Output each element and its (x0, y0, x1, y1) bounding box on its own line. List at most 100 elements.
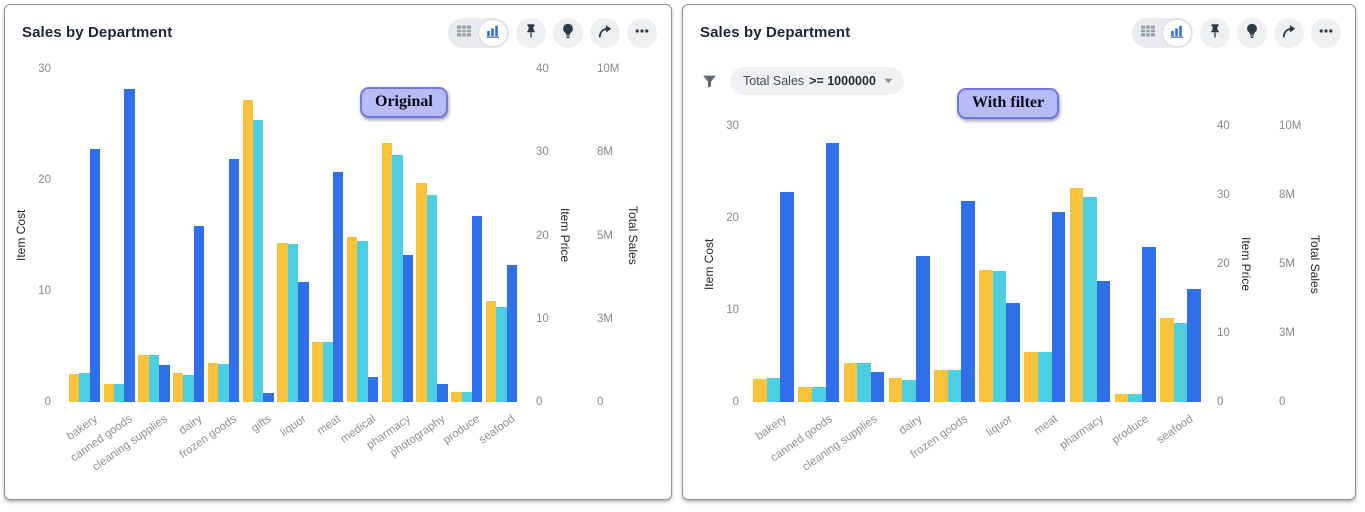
item-cost-bar (889, 378, 903, 402)
chart-view-button[interactable] (479, 20, 507, 46)
tick-label: 10 (11, 285, 51, 297)
tick-label: 8M (597, 146, 613, 158)
item-price-bar (1128, 394, 1142, 402)
share-button[interactable] (1274, 18, 1304, 48)
tick-label: 30 (11, 63, 51, 75)
filter-chip[interactable]: Total Sales>= 1000000 (730, 67, 904, 95)
panel-header: Sales by Department (5, 5, 671, 51)
item-cost-bar (1115, 394, 1129, 402)
item-price-bar (902, 380, 916, 402)
tick-label: 30 (536, 146, 549, 158)
tick-label: 30 (699, 120, 739, 132)
axis-title-item-cost: Item Cost (13, 69, 29, 402)
item-price-bar (767, 378, 781, 402)
caret-down-icon (884, 78, 893, 84)
total-sales-bar (229, 159, 239, 402)
x-axis-label: bakery (754, 413, 789, 443)
tick-label: 0 (11, 396, 51, 408)
table-icon (456, 23, 472, 42)
filter-condition: >= 1000000 (809, 74, 876, 88)
tick-label: 10 (699, 304, 739, 316)
x-axis-label: gifts (250, 413, 274, 435)
x-axis-label: seafood (477, 413, 517, 446)
table-view-button[interactable] (450, 20, 478, 46)
item-cost-bar (173, 373, 183, 402)
tick-label: 5M (1279, 258, 1295, 270)
item-cost-bar (1070, 188, 1084, 402)
x-axis-label: produce (441, 413, 482, 447)
total-sales-bar (826, 143, 840, 402)
insights-button[interactable] (1237, 18, 1267, 48)
tick-label: 0 (597, 396, 603, 408)
item-price-bar (496, 307, 506, 402)
ellipsis-icon (634, 23, 650, 42)
total-sales-bar (368, 377, 378, 402)
total-sales-bar (298, 282, 308, 402)
item-cost-bar (382, 143, 392, 402)
share-arrow-icon (597, 23, 613, 42)
table-icon (1140, 23, 1156, 42)
tick-label: 0 (699, 396, 739, 408)
item-price-bar (183, 375, 193, 402)
item-cost-bar (979, 270, 993, 402)
share-arrow-icon (1281, 23, 1297, 42)
item-cost-bar (1160, 318, 1174, 402)
item-price-bar (427, 195, 437, 402)
tick-label: 40 (536, 63, 549, 75)
axis-title-total-sales: Total Sales (1307, 126, 1323, 402)
item-cost-bar (934, 370, 948, 402)
panel-toolbar (448, 18, 657, 48)
item-cost-bar (451, 392, 461, 402)
view-toggle-group (448, 18, 509, 48)
x-axis-label: meat (1032, 413, 1060, 438)
total-sales-bar (1142, 247, 1156, 402)
item-price-bar (288, 244, 298, 402)
insights-button[interactable] (553, 18, 583, 48)
item-price-bar (1038, 352, 1052, 402)
chart-view-button[interactable] (1163, 20, 1191, 46)
tick-label: 3M (597, 313, 613, 325)
item-price-bar (948, 370, 962, 402)
tick-label: 10M (597, 63, 619, 75)
total-sales-bar (1187, 289, 1201, 402)
x-axis-label: dairy (177, 413, 204, 437)
pin-button[interactable] (516, 18, 546, 48)
item-price-bar (149, 355, 159, 402)
total-sales-bar (916, 256, 930, 402)
axis-title-item-cost: Item Cost (701, 126, 717, 402)
annotation-badge-original: Original (360, 87, 448, 118)
total-sales-bar (1052, 212, 1066, 402)
item-price-bar (462, 392, 472, 402)
bar-chart-icon (1169, 23, 1185, 42)
tick-label: 30 (1217, 189, 1230, 201)
total-sales-bar (194, 226, 204, 402)
axis-title-item-price: Item Price (1238, 126, 1254, 402)
item-price-bar (357, 241, 367, 402)
total-sales-bar (263, 393, 273, 402)
x-axis-label: liquor (985, 413, 1015, 439)
tick-label: 5M (597, 230, 613, 242)
total-sales-bar (1006, 303, 1020, 402)
total-sales-bar (871, 372, 885, 402)
bar-chart-icon (485, 23, 501, 42)
item-price-bar (253, 120, 263, 402)
more-button[interactable] (627, 18, 657, 48)
table-view-button[interactable] (1134, 20, 1162, 46)
panel-title: Sales by Department (700, 24, 850, 41)
item-price-bar (323, 342, 333, 402)
total-sales-bar (403, 255, 413, 402)
lightbulb-icon (560, 23, 576, 42)
filter-bar: Total Sales>= 1000000 (702, 67, 904, 95)
share-button[interactable] (590, 18, 620, 48)
view-toggle-group (1132, 18, 1193, 48)
tick-label: 8M (1279, 189, 1295, 201)
chart-panel-original: Sales by Department (4, 4, 672, 500)
tick-label: 10 (536, 313, 549, 325)
tick-label: 20 (1217, 258, 1230, 270)
item-cost-bar (416, 183, 426, 402)
more-button[interactable] (1311, 18, 1341, 48)
lightbulb-icon (1244, 23, 1260, 42)
pin-button[interactable] (1200, 18, 1230, 48)
item-price-bar (392, 155, 402, 402)
tick-label: 0 (1217, 396, 1223, 408)
